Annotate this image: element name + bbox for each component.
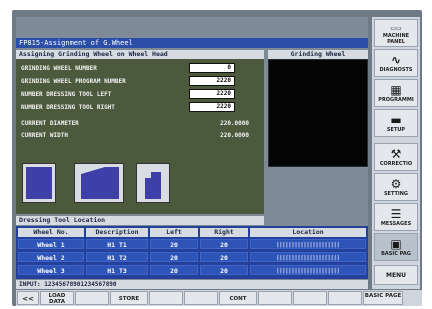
- table-cell[interactable]: H1 T1: [86, 239, 148, 249]
- param-label: NUMBER DRESSING TOOL RIGHT: [21, 104, 115, 111]
- table-cell[interactable]: |||||||||||||||||||||: [250, 265, 366, 275]
- table-cell[interactable]: |||||||||||||||||||||: [250, 239, 366, 249]
- basic-page-softkey[interactable]: BASIC PAGE: [363, 291, 403, 305]
- diameter-value: 220.0000: [220, 120, 249, 127]
- sidebar-label: CORRECTIO: [379, 161, 413, 167]
- table-cell[interactable]: |||||||||||||||||||||: [250, 252, 366, 262]
- load-data-softkey[interactable]: LOAD DATA: [40, 291, 74, 305]
- table-cell[interactable]: 20: [200, 239, 248, 249]
- messages-button[interactable]: ☰ MESSAGES: [374, 203, 418, 231]
- readout-label: CURRENT DIAMETER: [21, 120, 79, 127]
- wrench-icon: ⚒: [390, 147, 402, 161]
- sidebar-label: MENU: [386, 272, 406, 279]
- sidebar-label: BASIC PAG: [381, 251, 411, 257]
- param-label: GRINDING WHEEL NUMBER: [21, 65, 97, 72]
- programming-button[interactable]: ▦ PROGRAMMI: [374, 79, 418, 107]
- sidebar-label: MESSAGES: [380, 221, 412, 227]
- cont-softkey[interactable]: CONT: [219, 291, 257, 305]
- col-header-location: Location: [250, 228, 366, 237]
- dressing-section-header: Dressing Tool Location: [16, 216, 264, 225]
- wheel-number-field[interactable]: 0: [189, 63, 235, 73]
- store-softkey[interactable]: STORE: [110, 291, 148, 305]
- table-cell[interactable]: Wheel 3: [18, 265, 84, 275]
- empty-softkey[interactable]: [184, 291, 218, 305]
- table-cell[interactable]: 20: [150, 239, 198, 249]
- param-row-tool-left: NUMBER DRESSING TOOL LEFT 2220: [21, 89, 261, 100]
- param-label: GRINDING WHEEL PROGRAM NUMBER: [21, 78, 126, 85]
- table-cell[interactable]: 20: [200, 252, 248, 262]
- back-softkey[interactable]: <<: [17, 291, 39, 305]
- setting-button[interactable]: ⚙ SETTING: [374, 173, 418, 201]
- table-cell[interactable]: Wheel 1: [18, 239, 84, 249]
- monitor-icon: ▣: [390, 237, 402, 251]
- wheel-shape-1[interactable]: [22, 163, 56, 203]
- sidebar-label: DIAGNOSTS: [379, 67, 413, 73]
- assign-section-header: Assigning Grinding Wheel on Wheel Head: [16, 50, 264, 59]
- table-cell[interactable]: H1 T3: [86, 265, 148, 275]
- readout-label: CURRENT WIDTH: [21, 132, 68, 139]
- list-icon: ☰: [390, 207, 402, 221]
- col-header-left: Left: [150, 228, 198, 237]
- input-line[interactable]: INPUT: 12345678901234567890: [16, 280, 368, 289]
- empty-softkey[interactable]: [293, 291, 327, 305]
- grinding-wheel-header: Grinding Wheel: [268, 50, 368, 59]
- param-label: NUMBER DRESSING TOOL LEFT: [21, 91, 112, 98]
- main-screen: FP815-Assignment of G.Wheel Assigning Gr…: [16, 17, 368, 289]
- sidebar-label: PROGRAMMI: [378, 97, 414, 103]
- table-cell[interactable]: H1 T2: [86, 252, 148, 262]
- machine-panel-button[interactable]: ▭▭ MACHINE PANEL: [374, 19, 418, 47]
- col-header-description: Description: [86, 228, 148, 237]
- correction-button[interactable]: ⚒ CORRECTIO: [374, 143, 418, 171]
- program-icon: ▦: [390, 83, 402, 97]
- setup-icon: ▬: [390, 113, 402, 127]
- table-cell[interactable]: 20: [200, 265, 248, 275]
- param-row-wheel-number: GRINDING WHEEL NUMBER 0: [21, 63, 261, 74]
- col-header-right: Right: [200, 228, 248, 237]
- readout-width: CURRENT WIDTH 220.0000: [21, 130, 261, 141]
- basic-page-button[interactable]: ▣ BASIC PAG: [374, 233, 418, 261]
- empty-softkey[interactable]: [149, 291, 183, 305]
- sidebar-label: SETTING: [383, 191, 409, 197]
- readout-diameter: CURRENT DIAMETER 220.0000: [21, 118, 261, 129]
- program-number-field[interactable]: 2220: [189, 76, 235, 86]
- setup-button[interactable]: ▬ SETUP: [374, 109, 418, 137]
- empty-softkey[interactable]: [75, 291, 109, 305]
- col-header-wheel: Wheel No.: [18, 228, 84, 237]
- empty-softkey[interactable]: [328, 291, 362, 305]
- wheel-shape-2[interactable]: [74, 163, 124, 203]
- sidebar-label: MACHINE PANEL: [382, 33, 410, 45]
- width-value: 220.0000: [220, 132, 249, 139]
- param-row-tool-right: NUMBER DRESSING TOOL RIGHT 2220: [21, 102, 261, 113]
- param-row-program-number: GRINDING WHEEL PROGRAM NUMBER 2220: [21, 76, 261, 87]
- grinding-wheel-view: [268, 59, 368, 167]
- softkey-bar: << LOAD DATA STORE CONT BASIC PAGE: [16, 290, 422, 306]
- sidebar-label: SETUP: [386, 127, 406, 133]
- table-cell[interactable]: 20: [150, 265, 198, 275]
- dressing-table: Wheel No. Description Left Right Locatio…: [16, 226, 368, 279]
- menu-button[interactable]: MENU: [374, 265, 418, 285]
- function-sidebar: ▭▭ MACHINE PANEL ∿ DIAGNOSTS ▦ PROGRAMMI…: [372, 17, 420, 289]
- table-cell[interactable]: 20: [150, 252, 198, 262]
- tool-left-field[interactable]: 2220: [189, 89, 235, 99]
- panel-icon: ▭▭: [390, 25, 402, 32]
- diagnosis-button[interactable]: ∿ DIAGNOSTS: [374, 49, 418, 77]
- pulse-icon: ∿: [390, 53, 402, 67]
- empty-softkey[interactable]: [258, 291, 292, 305]
- gear-icon: ⚙: [390, 177, 402, 191]
- window-title: FP815-Assignment of G.Wheel: [16, 38, 368, 48]
- wheel-shape-3[interactable]: [136, 163, 170, 203]
- table-cell[interactable]: Wheel 2: [18, 252, 84, 262]
- tool-right-field[interactable]: 2220: [189, 102, 235, 112]
